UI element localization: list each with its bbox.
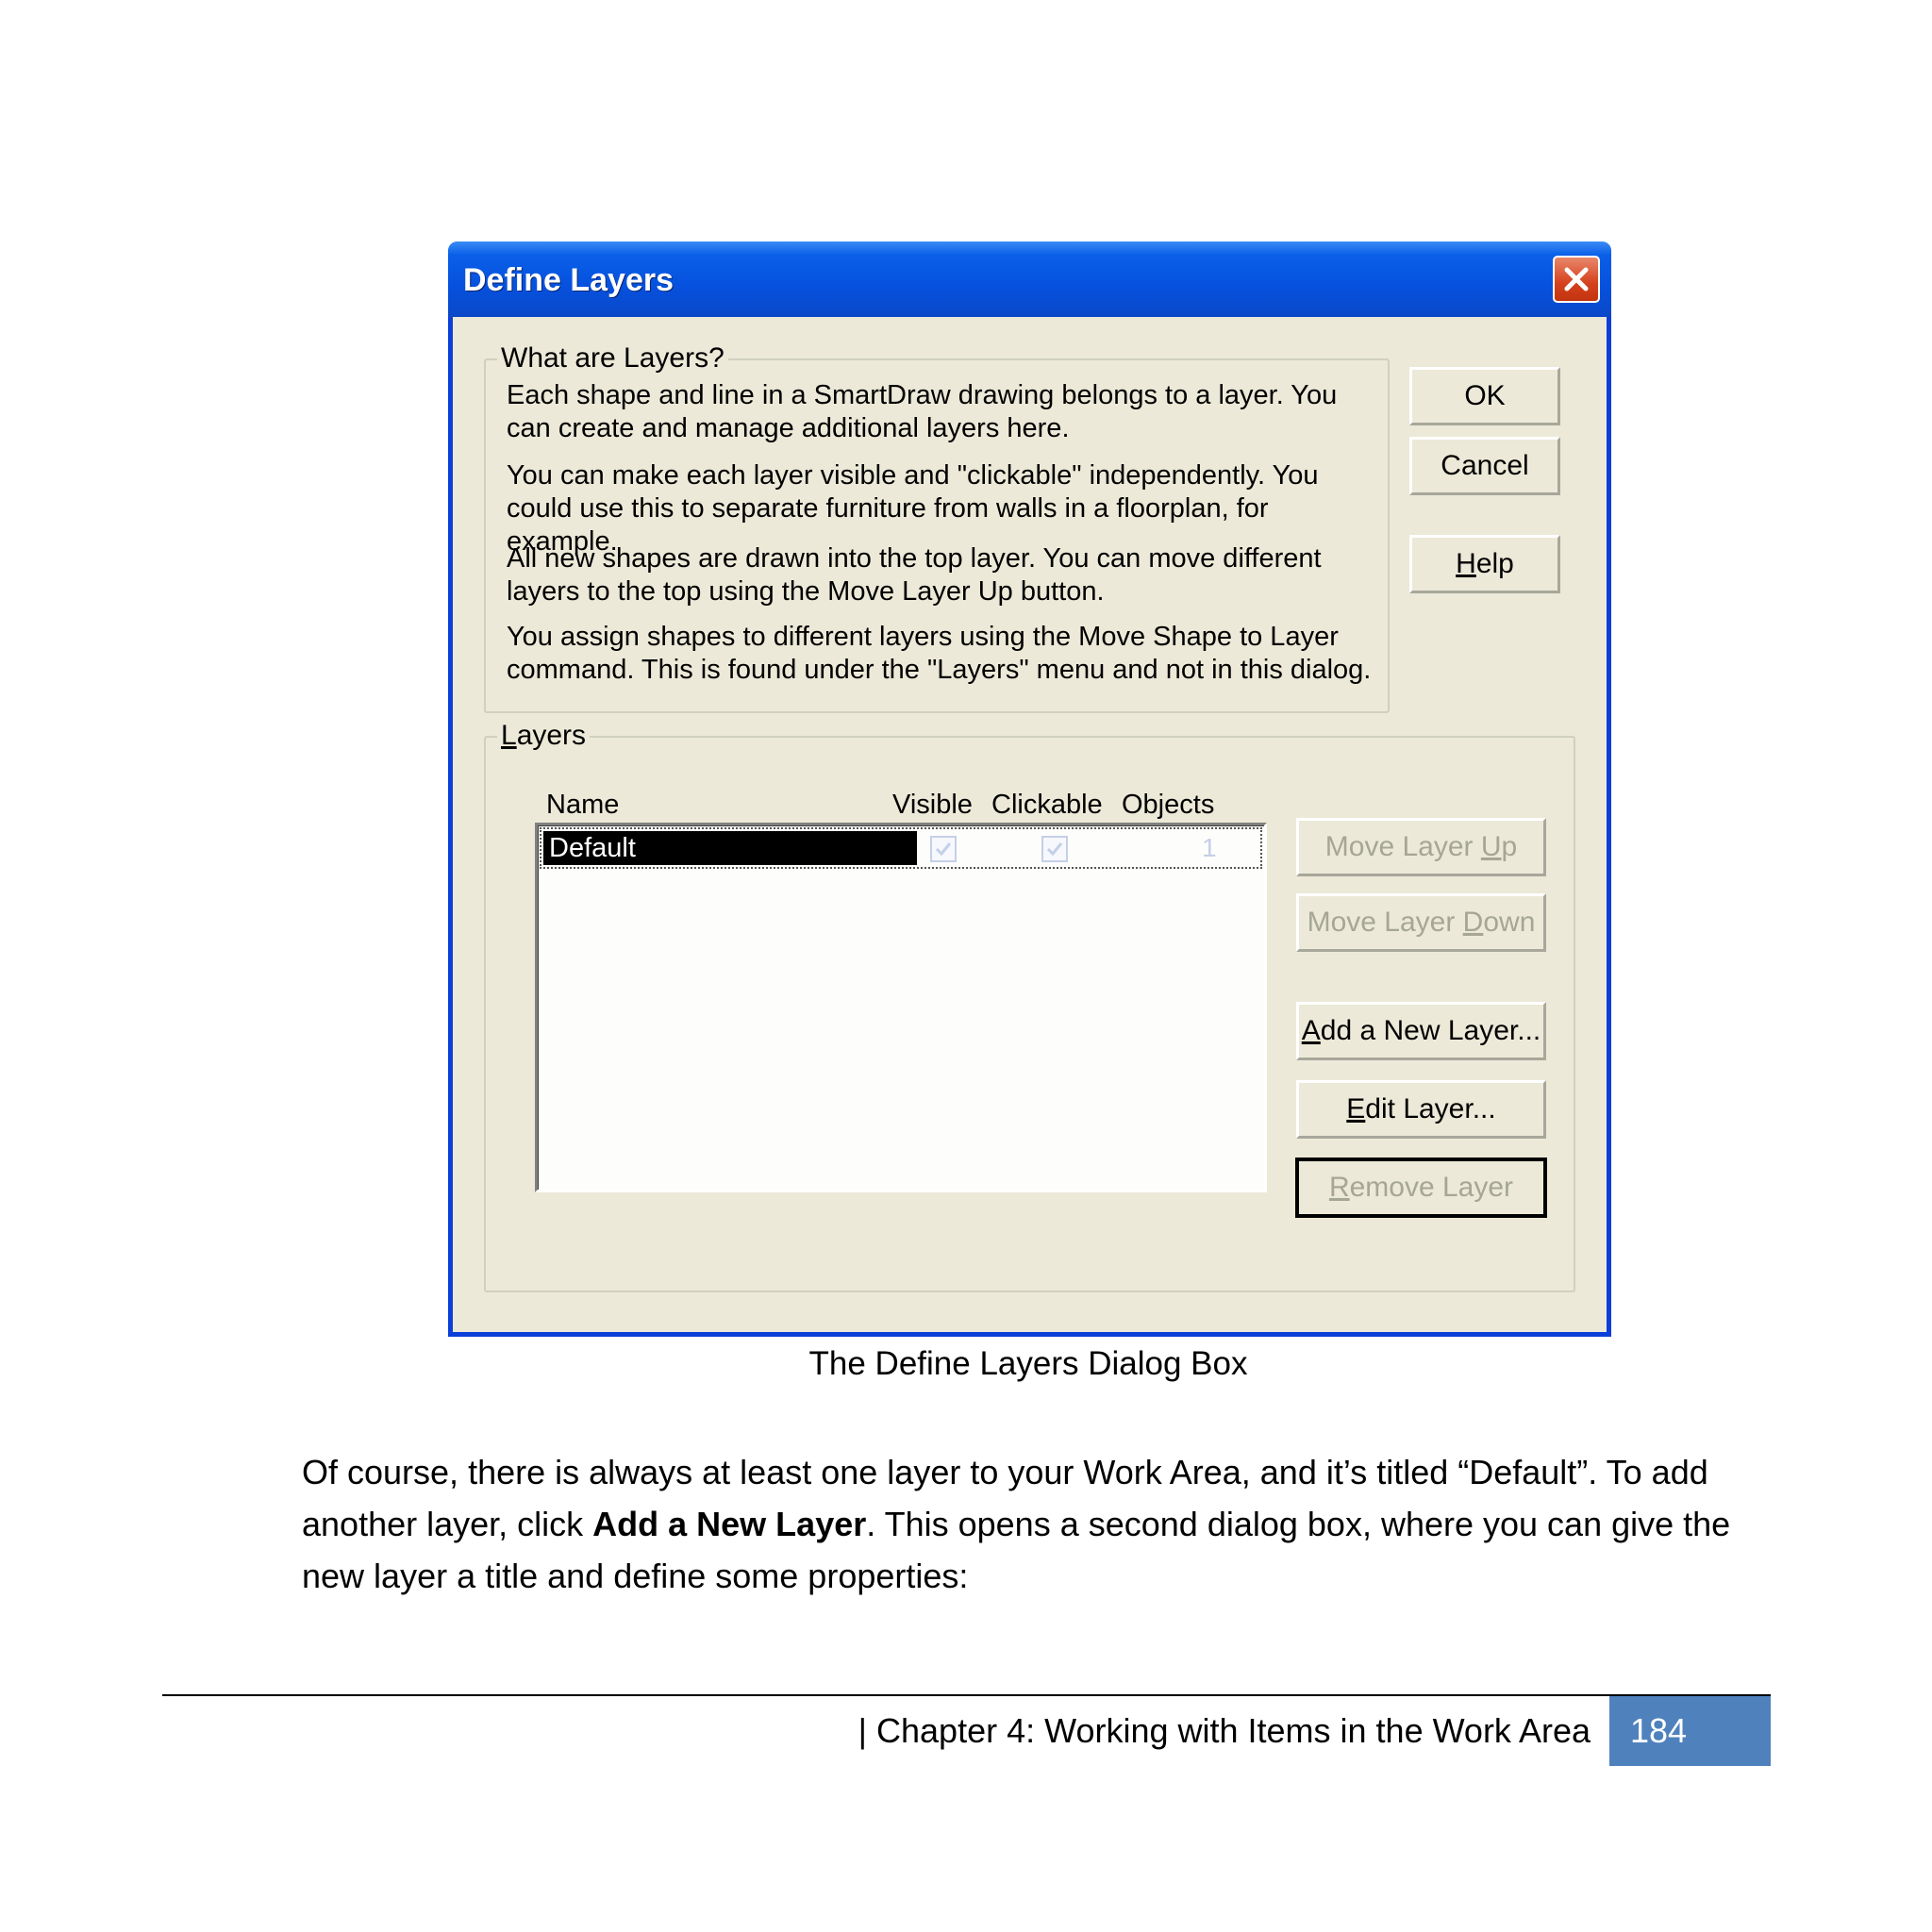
figure-caption: The Define Layers Dialog Box bbox=[0, 1345, 1932, 1383]
edit-layer-label: dit Layer... bbox=[1365, 1093, 1496, 1124]
column-header-objects: Objects bbox=[1122, 790, 1215, 820]
move-down-label: Move Layer bbox=[1307, 907, 1463, 938]
layer-list[interactable]: Default 1 bbox=[535, 823, 1267, 1192]
remove-layer-button[interactable]: Remove Layer bbox=[1295, 1158, 1547, 1218]
column-header-clickable: Clickable bbox=[991, 790, 1103, 820]
add-layer-mnemonic: A bbox=[1301, 1015, 1321, 1046]
edit-layer-button[interactable]: Edit Layer... bbox=[1296, 1080, 1546, 1139]
about-paragraph-3: All new shapes are drawn into the top la… bbox=[507, 543, 1322, 607]
dialog-title: Define Layers bbox=[463, 262, 674, 298]
edit-layer-mnemonic: E bbox=[1346, 1093, 1366, 1124]
layers-group: Layers Name Visible Clickable Objects De… bbox=[484, 719, 1575, 1292]
cancel-button[interactable]: Cancel bbox=[1409, 437, 1560, 495]
about-paragraph-1: Each shape and line in a SmartDraw drawi… bbox=[507, 380, 1338, 443]
add-layer-label: dd a New Layer... bbox=[1320, 1015, 1541, 1046]
ok-button[interactable]: OK bbox=[1409, 367, 1560, 425]
move-down-label-end: own bbox=[1483, 907, 1536, 938]
close-button[interactable] bbox=[1553, 256, 1600, 303]
remove-layer-label: emove Layer bbox=[1349, 1172, 1514, 1203]
help-button[interactable]: Help bbox=[1409, 535, 1560, 593]
move-layer-up-button[interactable]: Move Layer Up bbox=[1296, 818, 1546, 876]
checkmark-icon bbox=[935, 842, 952, 857]
page-number-badge: 184 bbox=[1609, 1696, 1771, 1766]
layers-legend-mnemonic: L bbox=[501, 720, 517, 751]
layer-object-count: 1 bbox=[1202, 833, 1217, 862]
help-mnemonic: H bbox=[1456, 548, 1476, 579]
move-up-label: Move Layer bbox=[1324, 831, 1481, 862]
layer-name: Default bbox=[543, 831, 917, 865]
remove-layer-mnemonic: R bbox=[1328, 1172, 1350, 1203]
visible-checkbox[interactable] bbox=[930, 836, 957, 862]
move-layer-down-button[interactable]: Move Layer Down bbox=[1296, 893, 1546, 952]
about-layers-group: What are Layers? Each shape and line in … bbox=[484, 341, 1390, 713]
close-icon bbox=[1564, 267, 1589, 291]
body-bold-text: Add a New Layer bbox=[592, 1505, 867, 1543]
move-down-mnemonic: D bbox=[1462, 907, 1484, 938]
help-label: elp bbox=[1475, 548, 1514, 579]
clickable-checkbox[interactable] bbox=[1041, 836, 1068, 862]
move-up-label-end: p bbox=[1501, 831, 1518, 862]
add-new-layer-button[interactable]: Add a New Layer... bbox=[1296, 1002, 1546, 1060]
column-header-name: Name bbox=[546, 790, 620, 820]
body-paragraph: Of course, there is always at least one … bbox=[302, 1446, 1774, 1602]
footer-divider bbox=[162, 1694, 1771, 1696]
page-number: 184 bbox=[1630, 1711, 1688, 1750]
about-paragraph-4: You assign shapes to different layers us… bbox=[507, 622, 1372, 685]
layer-row[interactable]: Default 1 bbox=[540, 827, 1262, 869]
checkmark-icon bbox=[1046, 842, 1063, 857]
about-layers-legend: What are Layers? bbox=[497, 341, 728, 375]
column-header-visible: Visible bbox=[892, 790, 973, 820]
caption-text: The Define Layers Dialog Box bbox=[808, 1345, 1248, 1382]
dialog-titlebar[interactable]: Define Layers bbox=[448, 242, 1611, 317]
layers-legend-rest: ayers bbox=[516, 720, 587, 751]
footer-chapter-title: | Chapter 4: Working with Items in the W… bbox=[858, 1711, 1591, 1750]
move-up-mnemonic: U bbox=[1480, 831, 1502, 862]
layers-legend: Layers bbox=[497, 719, 591, 753]
define-layers-dialog: Define Layers What are Layers? Each shap… bbox=[448, 242, 1611, 1337]
